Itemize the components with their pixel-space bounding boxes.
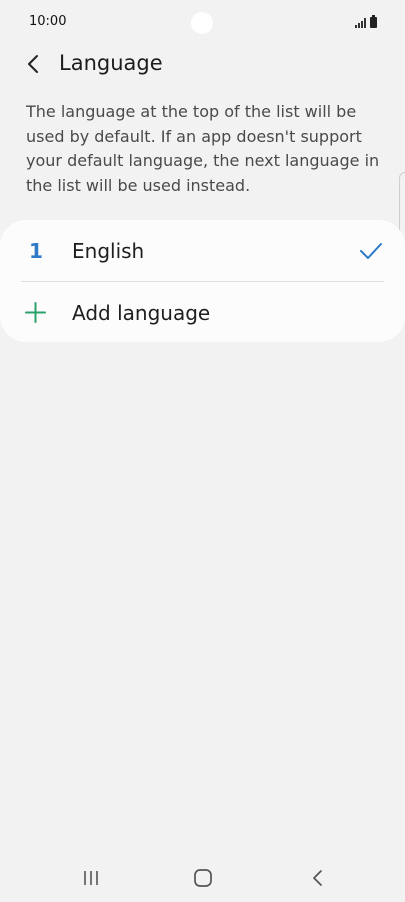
home-button[interactable]: [191, 867, 215, 889]
recents-icon: [84, 871, 98, 885]
recents-button[interactable]: [80, 867, 102, 889]
camera-cutout: [191, 12, 213, 34]
language-name: English: [72, 239, 145, 263]
add-language-label: Add language: [72, 301, 211, 325]
language-item-english[interactable]: 1 English: [0, 220, 405, 281]
status-icons: [355, 14, 377, 28]
home-icon: [194, 869, 212, 887]
battery-icon: [370, 15, 377, 28]
plus-icon: [25, 302, 46, 323]
back-icon: [313, 870, 322, 886]
language-list-card: 1 English Add language: [0, 220, 405, 342]
navigation-bar: [0, 856, 405, 902]
status-bar: 10:00: [0, 0, 405, 44]
nav-back-button[interactable]: [306, 867, 328, 889]
status-time: 10:00: [29, 14, 67, 29]
signal-icon: [355, 18, 366, 28]
app-bar: Language: [0, 44, 405, 84]
page-title: Language: [59, 51, 163, 75]
back-button[interactable]: [18, 49, 48, 79]
add-language-button[interactable]: Add language: [0, 282, 405, 343]
language-description: The language at the top of the list will…: [26, 102, 380, 195]
check-icon: [360, 243, 382, 259]
chevron-left-icon: [28, 55, 38, 73]
language-index: 1: [29, 239, 43, 263]
